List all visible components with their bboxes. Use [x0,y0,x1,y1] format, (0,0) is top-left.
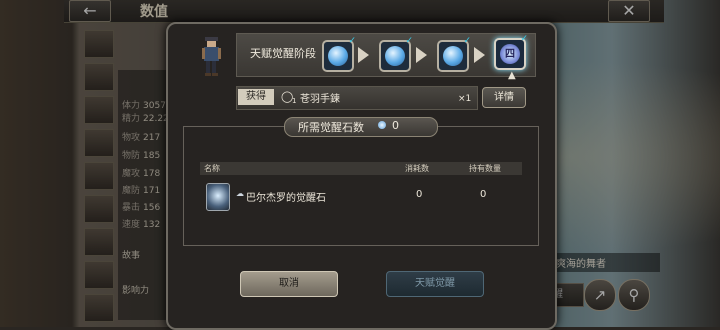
table-cell-name: 巴尔杰罗的觉醒石 [246,193,326,204]
reward-icon-count: 1 [292,97,297,105]
required-stones-label: 所需觉醒石数 [298,121,364,134]
material-table-frame [183,126,539,246]
arrow-right-icon [358,47,369,63]
check-icon: ✓ [405,36,413,46]
stage-orb-2[interactable]: ✓ [379,36,413,72]
reward-quantity: ×1 [458,94,472,104]
talent-awaken-button[interactable]: 天赋觉醒 [386,271,484,297]
awaken-stone-icon [378,121,386,129]
stage-orb-3[interactable]: ✓ [437,36,471,72]
col-header-consume: 消耗数 [405,164,429,173]
detail-button[interactable]: 详情 [482,87,526,108]
stage-orb-1[interactable]: ✓ [322,36,356,72]
table-cell-consume: 0 [416,189,423,200]
cancel-button[interactable]: 取消 [240,271,338,297]
col-header-owned: 持有数量 [469,164,501,173]
awaken-orb-icon [443,46,463,66]
character-portrait-icon [202,37,221,76]
check-icon: ✓ [520,34,528,44]
stage-label: 天赋觉醒阶段 [250,47,316,60]
reward-item-name: 苍羽手鍊 [300,94,340,105]
required-stones-count: 0 [392,119,399,132]
awaken-orb-icon [328,46,348,66]
awaken-orb-icon [385,46,405,66]
current-stage-pointer-icon: ▲ [508,70,516,81]
stone-mini-icon: ☁ [236,189,244,198]
check-icon: ✓ [348,36,356,46]
stage-orb-4[interactable]: 四 ✓ [494,34,528,70]
awaken-stone-item-icon[interactable] [206,183,230,211]
stage-numeral: 四 [505,49,515,60]
col-header-name: 名称 [204,164,220,173]
table-cell-owned: 0 [480,189,487,200]
arrow-right-icon [474,47,485,63]
arrow-right-icon [416,47,427,63]
get-tag: 获得 [238,89,274,105]
check-icon: ✓ [463,36,471,46]
